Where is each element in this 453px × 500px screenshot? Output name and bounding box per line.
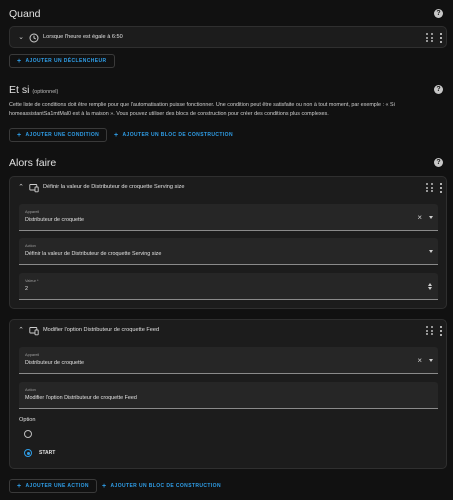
clock-icon (29, 33, 39, 43)
action-card-1: ⌃ Définir la valeur de Distributeur de c… (9, 176, 447, 309)
add-condition-label: AJOUTER UNE CONDITION (25, 132, 100, 138)
drag-handle-icon[interactable] (426, 33, 434, 43)
caret-down-icon[interactable] (429, 216, 433, 219)
trigger-card[interactable]: ⌄ Lorsque l'heure est égale à 6:50 (9, 26, 447, 48)
value-label: Valeur * (25, 278, 39, 283)
chevron-up-icon[interactable]: ⌃ (17, 184, 25, 192)
device-label: Appareil (25, 209, 40, 214)
close-icon[interactable]: × (417, 357, 422, 365)
action-card-2: ⌃ Modifier l'option Distributeur de croq… (9, 319, 447, 469)
help-icon[interactable]: ? (434, 158, 443, 167)
add-action-block-label: AJOUTER UN BLOC DE CONSTRUCTION (110, 483, 221, 489)
device-icon (29, 327, 39, 336)
more-vertical-icon[interactable] (439, 33, 443, 43)
plus-icon: + (17, 131, 22, 139)
option-label: Option (19, 417, 36, 423)
chevron-down-icon[interactable]: ⌄ (17, 34, 25, 42)
trigger-label: Lorsque l'heure est égale à 6:50 (43, 34, 123, 40)
action-1-title: Définir la valeur de Distributeur de cro… (43, 184, 185, 190)
option-radio-1[interactable] (24, 430, 32, 438)
plus-icon: + (114, 131, 119, 139)
then-title: Alors faire (9, 157, 57, 169)
add-condition-block-label: AJOUTER UN BLOC DE CONSTRUCTION (122, 132, 233, 138)
device-icon (29, 184, 39, 193)
number-stepper[interactable] (428, 283, 433, 290)
add-trigger-label: AJOUTER UN DÉCLENCHEUR (25, 58, 107, 64)
device-value: Distributeur de croquette (25, 360, 85, 366)
drag-handle-icon[interactable] (426, 183, 434, 193)
action-2-title: Modifier l'option Distributeur de croque… (43, 327, 160, 333)
chevron-up-icon[interactable]: ⌃ (17, 327, 25, 335)
close-icon[interactable]: × (417, 214, 422, 222)
add-action-button[interactable]: + AJOUTER UNE ACTION (9, 479, 97, 493)
caret-down-icon[interactable] (429, 250, 433, 253)
value-value[interactable]: 2 (25, 286, 28, 292)
when-title: Quand (9, 8, 41, 20)
plus-icon: + (17, 482, 22, 490)
plus-icon: + (102, 482, 107, 490)
device-value: Distributeur de croquette (25, 217, 85, 223)
caret-down-icon[interactable] (429, 359, 433, 362)
help-icon[interactable]: ? (434, 85, 443, 94)
action-select[interactable]: Action Définir la valeur de Distributeur… (19, 238, 438, 265)
add-condition-block-button[interactable]: + AJOUTER UN BLOC DE CONSTRUCTION (110, 128, 237, 142)
add-condition-button[interactable]: + AJOUTER UNE CONDITION (9, 128, 108, 142)
action-value: Modifier l'option Distributeur de croque… (25, 395, 137, 401)
value-input[interactable]: Valeur * 2 (19, 273, 438, 300)
drag-handle-icon[interactable] (426, 326, 434, 336)
device-select[interactable]: Appareil Distributeur de croquette × (19, 204, 438, 231)
plus-icon: + (17, 57, 22, 65)
device-select[interactable]: Appareil Distributeur de croquette × (19, 347, 438, 374)
help-icon[interactable]: ? (434, 9, 443, 18)
add-action-label: AJOUTER UNE ACTION (25, 483, 89, 489)
action-value: Définir la valeur de Distributeur de cro… (25, 251, 162, 257)
add-action-block-button[interactable]: + AJOUTER UN BLOC DE CONSTRUCTION (98, 479, 225, 493)
if-title: Et si (optionnel) (9, 84, 58, 96)
more-vertical-icon[interactable] (439, 326, 443, 336)
action-select[interactable]: Action Modifier l'option Distributeur de… (19, 382, 438, 409)
option-start-label: START (39, 450, 56, 456)
if-optional: (optionnel) (32, 89, 59, 95)
action-label: Action (25, 243, 36, 248)
add-trigger-button[interactable]: + AJOUTER UN DÉCLENCHEUR (9, 54, 115, 68)
conditions-description: Cette liste de conditions doit être remp… (9, 102, 395, 117)
option-radio-start[interactable] (24, 449, 32, 457)
if-title-text: Et si (9, 84, 30, 96)
device-label: Appareil (25, 352, 40, 357)
action-label: Action (25, 387, 36, 392)
more-vertical-icon[interactable] (439, 183, 443, 193)
